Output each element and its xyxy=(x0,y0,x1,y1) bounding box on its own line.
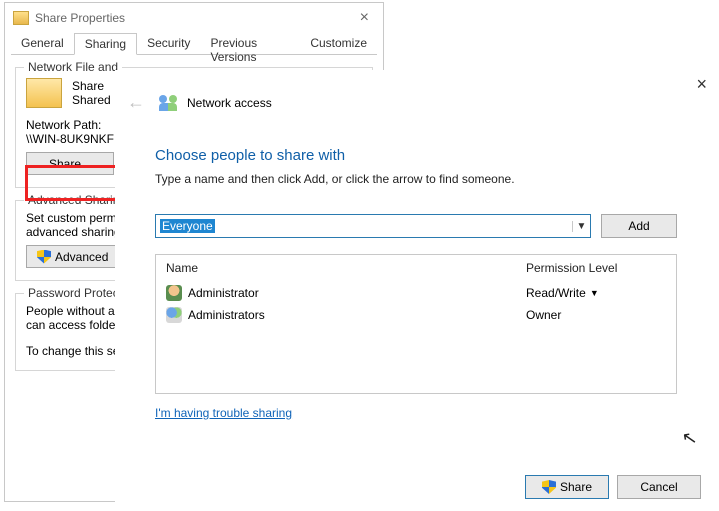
people-list: Name Permission Level Administrator Read… xyxy=(155,254,677,394)
column-permission[interactable]: Permission Level xyxy=(526,261,666,275)
chevron-down-icon: ▼ xyxy=(590,288,599,298)
tab-previous-versions[interactable]: Previous Versions xyxy=(200,33,300,54)
share-button[interactable]: Share xyxy=(525,475,609,499)
permission-level: Owner xyxy=(526,308,666,322)
column-name[interactable]: Name xyxy=(166,261,526,275)
tab-sharing[interactable]: Sharing xyxy=(74,33,137,55)
tab-customize[interactable]: Customize xyxy=(300,33,377,54)
list-item[interactable]: Administrators Owner xyxy=(156,304,676,326)
cancel-button[interactable]: Cancel xyxy=(617,475,701,499)
chevron-down-icon[interactable]: ▼ xyxy=(572,221,590,232)
add-button[interactable]: Add xyxy=(601,214,677,238)
close-icon[interactable]: × xyxy=(696,74,707,95)
page-title: Choose people to share with xyxy=(155,147,717,164)
network-access-dialog: × ← Network access Choose people to shar… xyxy=(115,70,717,509)
folder-icon xyxy=(26,78,62,108)
user-name: Administrators xyxy=(188,308,526,322)
group-title: Password Protecti xyxy=(24,286,129,300)
people-combobox[interactable]: Everyone ▼ xyxy=(155,214,591,238)
permission-dropdown[interactable]: Read/Write▼ xyxy=(526,286,666,300)
list-item[interactable]: Administrator Read/Write▼ xyxy=(156,282,676,304)
properties-tabs: General Sharing Security Previous Versio… xyxy=(11,33,377,55)
breadcrumb: Network access xyxy=(187,96,272,110)
close-icon[interactable]: × xyxy=(354,9,375,27)
user-icon xyxy=(166,285,182,301)
share-name: Share xyxy=(72,79,111,93)
people-icon xyxy=(159,95,177,111)
group-title: Network File and xyxy=(24,60,122,74)
combobox-value: Everyone xyxy=(160,219,215,233)
shield-icon xyxy=(542,480,556,494)
tab-general[interactable]: General xyxy=(11,33,74,54)
share-button[interactable]: Share... xyxy=(26,152,114,175)
page-subtitle: Type a name and then click Add, or click… xyxy=(155,172,717,186)
share-status: Shared xyxy=(72,93,111,107)
group-title: Advanced Sharin xyxy=(24,193,123,207)
shield-icon xyxy=(37,250,51,264)
trouble-sharing-link[interactable]: I'm having trouble sharing xyxy=(155,406,292,420)
back-arrow-icon[interactable]: ← xyxy=(123,92,149,113)
dialog-titlebar: Share Properties × xyxy=(5,3,383,33)
folder-icon xyxy=(13,11,29,25)
user-name: Administrator xyxy=(188,286,526,300)
dialog-title: Share Properties xyxy=(35,11,354,25)
group-icon xyxy=(166,307,182,323)
advanced-sharing-button[interactable]: Advanced xyxy=(26,245,119,268)
tab-security[interactable]: Security xyxy=(137,33,200,54)
